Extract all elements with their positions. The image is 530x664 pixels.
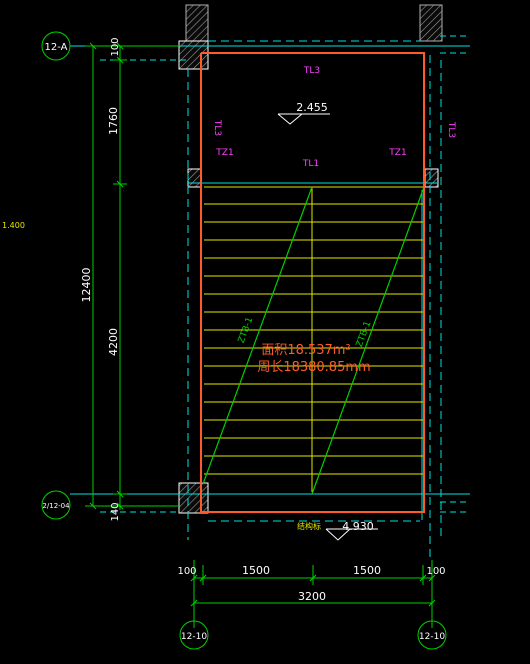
walls	[178, 4, 443, 514]
column-top-left	[178, 40, 209, 70]
dim-bottom-left-100: 100	[177, 566, 196, 577]
dim-bottom-1500-a: 1500	[242, 564, 270, 577]
label-tl3-left: TL3	[212, 119, 222, 136]
axis-label-bottom-1: 12-10	[181, 632, 207, 642]
dim-seg-upper: 1760	[107, 107, 120, 135]
label-tl3-top: TL3	[303, 66, 320, 76]
dim-bottom-1500-b: 1500	[353, 564, 381, 577]
axis-label-21204: 2/12-04	[42, 502, 70, 510]
vertical-dimensions	[85, 42, 180, 510]
elevation-bottom: 4.930	[342, 520, 374, 533]
axis-label-12a: 12-A	[45, 42, 68, 53]
label-tl3-right: TL3	[446, 121, 456, 138]
wall-top-right	[419, 4, 443, 42]
left-edge-text: 1.400	[2, 221, 25, 230]
dim-seg-bottom: 140	[110, 502, 121, 521]
axis-bubbles	[0, 31, 447, 650]
dim-overall-vertical: 12400	[80, 268, 93, 303]
beam-right-end	[424, 168, 439, 188]
dim-bottom-total: 3200	[298, 590, 326, 603]
label-tz1-left: TZ1	[215, 148, 233, 158]
elevation-top: 2.455	[296, 101, 328, 114]
axis-lines	[70, 35, 470, 560]
cad-drawing-canvas[interactable]: 12-A 2/12-04 12-10 12-10 12400 100 1760 …	[0, 0, 530, 664]
stair-plan-drawing: 12-A 2/12-04 12-10 12-10 12400 100 1760 …	[0, 4, 470, 650]
dim-seg-lower: 4200	[107, 328, 120, 356]
area-readout: 面积18.537m²	[261, 343, 350, 358]
elevation-bottom-tag: 结构标	[297, 521, 321, 531]
perimeter-readout: 周长18380.85mm	[257, 360, 370, 375]
dim-bottom-right-100: 100	[426, 566, 445, 577]
text-layer: 12-A 2/12-04 12-10 12-10 12400 100 1760 …	[2, 37, 456, 642]
dim-seg-top: 100	[110, 37, 121, 56]
wall-top-left	[185, 4, 209, 42]
label-tl1: TL1	[302, 159, 319, 169]
label-tz1-right: TZ1	[388, 148, 406, 158]
beam-left-end	[187, 168, 202, 188]
axis-label-bottom-2: 12-10	[419, 632, 445, 642]
column-bottom-left	[178, 482, 209, 514]
